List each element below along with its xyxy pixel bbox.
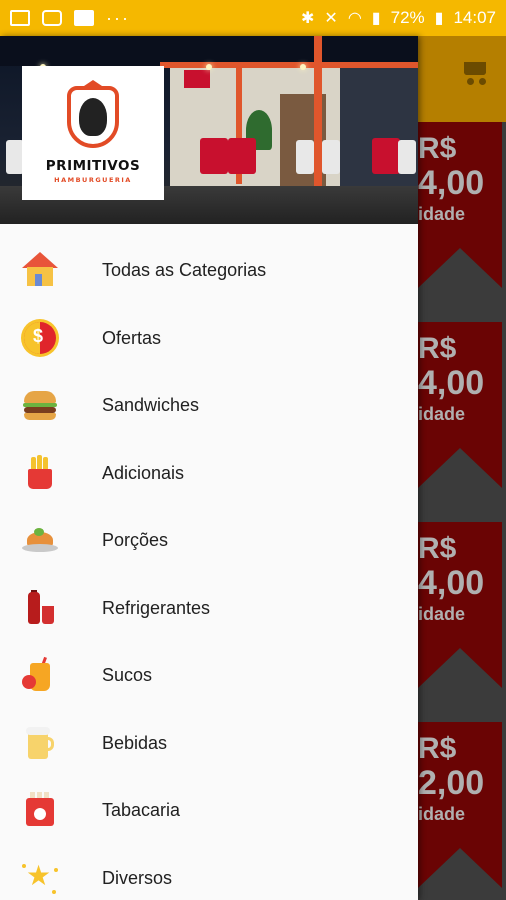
brand-subtitle: HAMBURGUERIA — [54, 176, 132, 184]
menu-item-label: Porções — [102, 530, 169, 550]
promo-value: 4,00 — [418, 564, 485, 602]
menu-item-label: Sucos — [102, 665, 153, 685]
bluetooth-icon: ✱ — [301, 10, 315, 27]
juice-icon — [22, 656, 58, 693]
soda-icon — [22, 590, 58, 626]
promo-value: 4,00 — [418, 364, 485, 402]
promo-tag[interactable]: R$ 4,00 idade — [418, 522, 502, 688]
beer-icon — [22, 725, 58, 761]
menu-item-ofertas[interactable]: $ Ofertas — [0, 308, 418, 368]
menu-item-todas-categorias[interactable]: Todas as Categorias — [0, 240, 418, 300]
menu-item-label: Bebidas — [102, 733, 168, 753]
navigation-drawer: PRIMITIVOS HAMBURGUERIA Todas as Categor… — [0, 36, 418, 900]
shield-icon — [67, 86, 119, 148]
menu-item-tabacaria[interactable]: Tabacaria — [0, 780, 418, 840]
battery-icon: ▮ — [434, 10, 444, 27]
flipboard-icon — [74, 10, 94, 26]
food-app-icon — [42, 10, 62, 26]
star-icon: ★ — [22, 860, 58, 896]
tobacco-icon — [22, 792, 58, 828]
promo-unit: idade — [418, 204, 466, 224]
mute-icon: ✕ — [324, 10, 338, 27]
promo-tag[interactable]: R$ 2,00 idade — [418, 722, 502, 888]
gallery-icon — [10, 10, 30, 26]
promo-tag[interactable]: R$ 4,00 idade — [418, 122, 502, 288]
drawer-header-photo: PRIMITIVOS HAMBURGUERIA — [0, 36, 418, 224]
brand-name: PRIMITIVOS — [45, 158, 141, 174]
menu-item-refrigerantes[interactable]: Refrigerantes — [0, 578, 418, 638]
menu-item-label: Ofertas — [102, 328, 162, 348]
promo-currency: R$ — [418, 332, 457, 365]
battery-percent: 72% — [390, 8, 425, 27]
clock: 14:07 — [453, 8, 496, 27]
app-toolbar — [418, 36, 506, 122]
menu-item-label: Sandwiches — [102, 395, 200, 415]
menu-item-label: Refrigerantes — [102, 598, 211, 618]
more-notifications: ··· — [106, 7, 130, 28]
offer-icon: $ — [22, 320, 58, 356]
menu-item-bebidas[interactable]: Bebidas — [0, 713, 418, 773]
menu-item-porcoes[interactable]: Porções — [0, 510, 418, 570]
menu-item-label: Todas as Categorias — [102, 260, 267, 280]
wifi-icon: ◠ — [347, 10, 362, 27]
promo-currency: R$ — [418, 132, 457, 165]
promo-unit: idade — [418, 404, 466, 424]
status-bar: ··· ✱ ✕ ◠ ▮ 72% ▮ 14:07 — [0, 0, 506, 36]
signal-icon: ▮ — [371, 10, 381, 27]
menu-item-sandwiches[interactable]: Sandwiches — [0, 375, 418, 435]
menu-item-label: Diversos — [102, 868, 173, 888]
menu-item-adicionais[interactable]: Adicionais — [0, 443, 418, 503]
menu-item-diversos[interactable]: ★ Diversos — [0, 848, 418, 900]
menu-item-label: Adicionais — [102, 463, 185, 483]
promo-unit: idade — [418, 604, 466, 624]
fries-icon — [22, 455, 58, 491]
promo-currency: R$ — [418, 732, 457, 765]
promo-tag[interactable]: R$ 4,00 idade — [418, 322, 502, 488]
house-icon — [22, 252, 58, 288]
burger-icon — [22, 387, 58, 423]
menu-item-sucos[interactable]: Sucos — [0, 645, 418, 705]
brand-logo: PRIMITIVOS HAMBURGUERIA — [22, 66, 164, 200]
promo-value: 2,00 — [418, 764, 485, 802]
promo-currency: R$ — [418, 532, 457, 565]
cart-icon[interactable] — [460, 60, 490, 85]
background-app: R$ 4,00 idade R$ 4,00 idade R$ 4,00 idad… — [418, 36, 506, 900]
portion-icon — [22, 522, 58, 558]
menu-item-label: Tabacaria — [102, 800, 181, 820]
promo-value: 4,00 — [418, 164, 485, 202]
promo-unit: idade — [418, 804, 466, 824]
